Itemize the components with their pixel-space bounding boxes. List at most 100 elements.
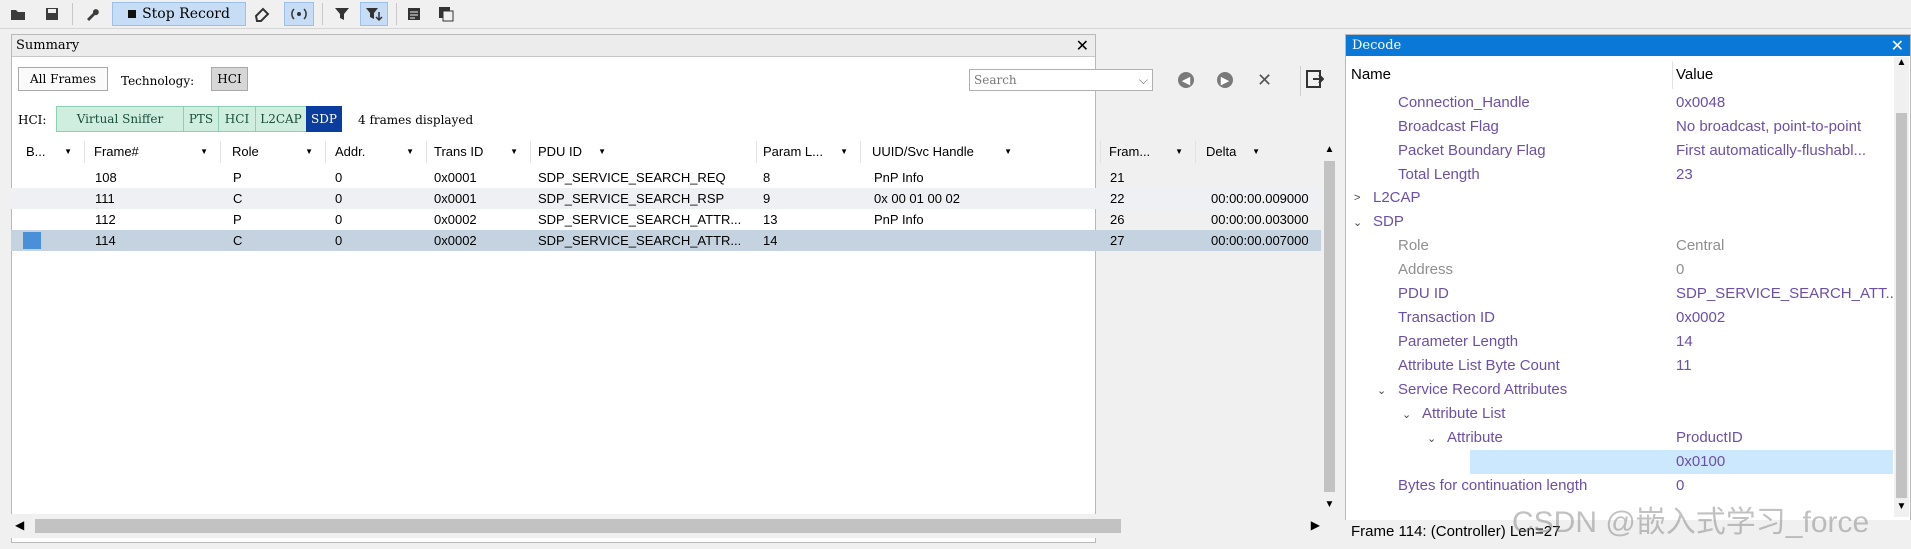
decode-column-value: Value (1676, 66, 1714, 83)
export-icon[interactable] (1306, 70, 1325, 91)
sort-caret-icon: ▼ (406, 147, 414, 156)
table-row[interactable]: 111 C 0 0x0001 SDP_SERVICE_SEARCH_RSP 9 … (11, 188, 1321, 209)
decode-item-name[interactable]: PDU ID (1398, 282, 1449, 306)
all-frames-button[interactable]: All Frames (18, 67, 108, 91)
decode-item-value: 11 (1676, 357, 1692, 374)
summary-horizontal-scrollbar[interactable]: ◀ ▶ (11, 514, 1322, 538)
decode-item-name[interactable]: Bytes for continuation length (1398, 474, 1587, 498)
decode-item-value: ProductID (1676, 429, 1743, 446)
decode-item-name[interactable]: Attribute List Byte Count (1398, 354, 1560, 378)
column-header-b[interactable]: B... ▼ (20, 141, 85, 163)
decode-item-service-record-attributes[interactable]: Service Record Attributes (1398, 378, 1567, 402)
technology-hci-button[interactable]: HCI (211, 67, 248, 91)
column-header-frame[interactable]: Frame# ▼ (88, 141, 221, 163)
decode-vertical-scrollbar[interactable]: ▲ ▼ (1894, 57, 1909, 517)
column-header-param-length[interactable]: Param L... ▼ (757, 141, 861, 163)
decode-item-value: First automatically-flushabl... (1676, 142, 1867, 159)
notes-icon[interactable] (402, 2, 426, 26)
scroll-left-icon[interactable]: ◀ (15, 518, 24, 532)
column-header-delta[interactable]: Delta ▼ (1200, 141, 1320, 163)
protocol-pts[interactable]: PTS (183, 106, 219, 132)
decode-item-name[interactable]: Broadcast Flag (1398, 115, 1499, 139)
frames-displayed-count: 4 frames displayed (358, 113, 474, 127)
scroll-right-icon[interactable]: ▶ (1311, 518, 1320, 532)
sort-caret-icon: ▼ (598, 147, 606, 156)
vertical-scroll-thumb[interactable] (1324, 161, 1335, 492)
watermark: CSDN @嵌入式学习_force (1512, 506, 1870, 539)
sort-caret-icon: ▼ (840, 147, 848, 156)
sort-caret-icon: ▼ (1004, 147, 1012, 156)
filter-apply-icon[interactable] (360, 2, 388, 26)
save-icon[interactable] (40, 2, 64, 26)
decode-item-value: 0 (1676, 261, 1685, 278)
decode-item-value: 23 (1676, 166, 1693, 183)
hci-label: HCI: (18, 113, 47, 127)
summary-title: Summary (16, 38, 80, 53)
search-dropdown-icon[interactable]: ⌵ (1139, 70, 1148, 90)
decode-item-name[interactable]: Role (1398, 234, 1429, 258)
decode-item-attribute-list[interactable]: Attribute List (1422, 402, 1505, 426)
horizontal-scroll-thumb[interactable] (35, 519, 1121, 533)
decode-item-name[interactable]: Transaction ID (1398, 306, 1495, 330)
copy-window-icon[interactable] (434, 2, 458, 26)
stop-record-button[interactable]: Stop Record (112, 2, 246, 26)
search-clear-icon[interactable]: ✕ (1257, 70, 1272, 91)
decode-item-name[interactable]: Parameter Length (1398, 330, 1518, 354)
open-folder-icon[interactable] (6, 2, 30, 26)
decode-item-sdp[interactable]: SDP (1373, 210, 1404, 234)
sort-caret-icon: ▼ (1252, 147, 1260, 156)
decode-item-name[interactable]: Total Length (1398, 163, 1480, 187)
decode-item-value: 0x0002 (1676, 309, 1726, 326)
collapse-chevron-icon[interactable]: ⌄ (1402, 408, 1411, 421)
search-next-icon[interactable]: ▶ (1217, 72, 1233, 88)
column-header-uuid[interactable]: UUID/Svc Handle ▼ (866, 141, 1101, 163)
search-previous-icon[interactable]: ◀ (1178, 72, 1194, 88)
decode-item-value: No broadcast, point-to-point (1676, 118, 1862, 135)
column-header-role[interactable]: Role ▼ (226, 141, 326, 163)
decode-title-bar: Decode ✕ (1346, 35, 1910, 56)
protocol-virtual-sniffer[interactable]: Virtual Sniffer (56, 106, 184, 132)
collapse-chevron-icon[interactable]: ⌄ (1377, 384, 1386, 397)
decode-item-name[interactable]: Address (1398, 258, 1453, 282)
column-header-trans-id[interactable]: Trans ID ▼ (428, 141, 531, 163)
wireless-icon[interactable] (284, 2, 314, 26)
decode-item-value: 0x0100 (1676, 453, 1726, 470)
decode-item-value: 14 (1676, 333, 1693, 350)
summary-close-icon[interactable]: ✕ (1076, 35, 1089, 56)
decode-close-icon[interactable]: ✕ (1891, 35, 1904, 56)
collapse-chevron-icon[interactable]: ⌄ (1353, 216, 1362, 229)
protocol-sdp[interactable]: SDP (306, 106, 342, 132)
decode-scroll-thumb[interactable] (1896, 113, 1907, 498)
search-input[interactable]: Search ⌵ (969, 69, 1153, 91)
decode-item-name[interactable]: Packet Boundary Flag (1398, 139, 1546, 163)
table-row-selected[interactable]: 114 C 0 0x0002 SDP_SERVICE_SEARCH_ATTR..… (11, 230, 1321, 251)
protocol-l2cap[interactable]: L2CAP (255, 106, 307, 132)
decode-column-name: Name (1351, 66, 1392, 83)
table-row[interactable]: 112 P 0 0x0002 SDP_SERVICE_SEARCH_ATTR..… (11, 209, 1321, 230)
wrench-icon[interactable] (80, 2, 104, 26)
sort-caret-icon: ▼ (305, 147, 313, 156)
scroll-up-icon[interactable]: ▲ (1322, 141, 1337, 159)
stop-icon (128, 10, 137, 18)
bookmark-marker (23, 232, 41, 249)
scroll-up-icon[interactable]: ▲ (1894, 57, 1909, 73)
toolbar: Stop Record (0, 0, 1911, 29)
decode-item-name[interactable]: Connection_Handle (1398, 91, 1530, 115)
column-header-frame-len[interactable]: Fram... ▼ (1103, 141, 1196, 163)
collapse-chevron-icon[interactable]: ⌄ (1427, 432, 1436, 445)
expand-chevron-icon[interactable]: > (1354, 192, 1360, 204)
filter-icon[interactable] (330, 2, 354, 26)
sort-caret-icon: ▼ (200, 147, 208, 156)
table-row[interactable]: 108 P 0 0x0001 SDP_SERVICE_SEARCH_REQ 8 … (11, 167, 1321, 188)
scroll-down-icon[interactable]: ▼ (1322, 496, 1337, 514)
sort-caret-icon: ▼ (510, 147, 518, 156)
decode-item-value: SDP_SERVICE_SEARCH_ATT... (1676, 285, 1899, 302)
decode-item-l2cap[interactable]: L2CAP (1373, 186, 1421, 210)
column-header-addr[interactable]: Addr. ▼ (329, 141, 427, 163)
column-header-pdu-id[interactable]: PDU ID ▼ (532, 141, 757, 163)
decode-item-attribute[interactable]: Attribute (1447, 426, 1503, 450)
summary-vertical-scrollbar[interactable]: ▲ ▼ (1322, 141, 1337, 514)
protocol-hci[interactable]: HCI (218, 106, 256, 132)
eraser-icon[interactable] (250, 2, 274, 26)
scroll-down-icon[interactable]: ▼ (1894, 501, 1909, 517)
